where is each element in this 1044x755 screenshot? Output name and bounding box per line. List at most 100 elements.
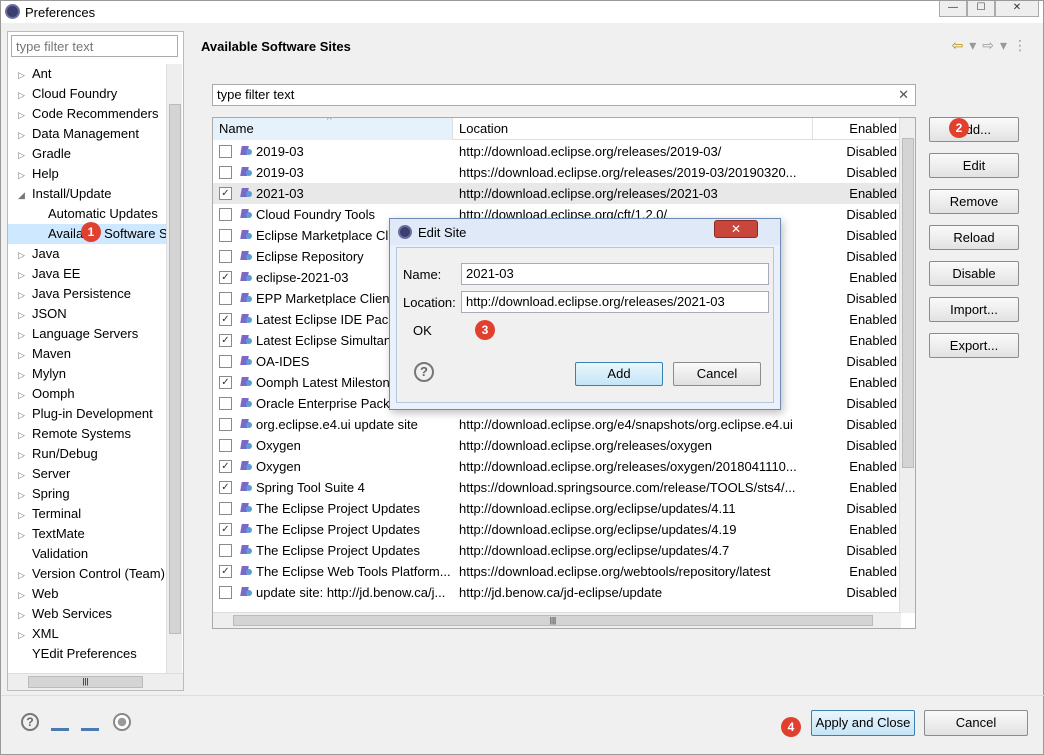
minimize-button[interactable]: — xyxy=(939,1,967,17)
tree-item[interactable]: Automatic Updates xyxy=(8,204,168,224)
table-row[interactable]: Oxygen http://download.eclipse.org/releas… xyxy=(213,435,901,456)
enable-checkbox[interactable]: ✓ xyxy=(219,271,232,284)
cancel-button[interactable]: Cancel xyxy=(924,710,1028,736)
expand-arrow-icon[interactable]: ▷ xyxy=(18,505,32,524)
column-header-name[interactable]: Name xyxy=(213,118,453,140)
tree-item[interactable]: YEdit Preferences xyxy=(8,644,168,664)
reload-button[interactable]: Reload xyxy=(929,225,1019,250)
disable-button[interactable]: Disable xyxy=(929,261,1019,286)
table-row[interactable]: The Eclipse Project Updates http://downlo… xyxy=(213,540,901,561)
expand-arrow-icon[interactable]: ▷ xyxy=(18,405,32,424)
table-row[interactable]: The Eclipse Project Updates http://downlo… xyxy=(213,498,901,519)
tree-item[interactable]: ▷ Java EE xyxy=(8,264,168,284)
table-vertical-scrollbar[interactable] xyxy=(899,118,915,613)
location-field[interactable]: http://download.eclipse.org/releases/202… xyxy=(461,291,769,313)
tree-item[interactable]: ▷ Web xyxy=(8,584,168,604)
name-field[interactable]: 2021-03 xyxy=(461,263,769,285)
tree-item[interactable]: ▷ Code Recommenders xyxy=(8,104,168,124)
enable-checkbox[interactable] xyxy=(219,418,232,431)
tree-item[interactable]: ▷ Help xyxy=(8,164,168,184)
enable-checkbox[interactable] xyxy=(219,166,232,179)
expand-arrow-icon[interactable]: ▷ xyxy=(18,365,32,384)
tree-item[interactable]: ▷ Server xyxy=(8,464,168,484)
expand-arrow-icon[interactable]: ▷ xyxy=(18,105,32,124)
tree-item[interactable]: ▷ Cloud Foundry xyxy=(8,84,168,104)
help-icon[interactable]: ? xyxy=(414,362,434,382)
help-icon[interactable]: ? xyxy=(21,713,39,731)
close-button[interactable]: ✕ xyxy=(995,1,1039,17)
import-button[interactable]: Import... xyxy=(929,297,1019,322)
record-icon[interactable] xyxy=(113,713,131,731)
scroll-thumb[interactable]: ||| xyxy=(233,615,873,626)
expand-arrow-icon[interactable]: ▷ xyxy=(18,125,32,144)
tree-horizontal-scrollbar[interactable]: ||| xyxy=(8,673,183,690)
expand-arrow-icon[interactable]: ▷ xyxy=(18,325,32,344)
enable-checkbox[interactable]: ✓ xyxy=(219,334,232,347)
apply-and-close-button[interactable]: Apply and Close xyxy=(811,710,915,736)
table-row[interactable]: update site: http://jd.benow.ca/j... http… xyxy=(213,582,901,603)
clear-filter-icon[interactable]: ✕ xyxy=(898,87,909,103)
expand-arrow-icon[interactable]: ▷ xyxy=(18,145,32,164)
enable-checkbox[interactable] xyxy=(219,355,232,368)
tree-vertical-scrollbar[interactable] xyxy=(166,64,182,674)
enable-checkbox[interactable] xyxy=(219,208,232,221)
enable-checkbox[interactable] xyxy=(219,250,232,263)
chevron-down-icon[interactable]: ▾ xyxy=(969,37,976,54)
expand-arrow-icon[interactable]: ▷ xyxy=(18,525,32,544)
tree-item[interactable]: ▷ Ant xyxy=(8,64,168,84)
tree-item[interactable]: ▷ Java Persistence xyxy=(8,284,168,304)
expand-arrow-icon[interactable]: ▷ xyxy=(18,625,32,644)
enable-checkbox[interactable]: ✓ xyxy=(219,481,232,494)
export-button[interactable]: Export... xyxy=(929,333,1019,358)
enable-checkbox[interactable]: ✓ xyxy=(219,313,232,326)
tree-item[interactable]: ▷ Data Management xyxy=(8,124,168,144)
expand-arrow-icon[interactable]: ▷ xyxy=(18,165,32,184)
enable-checkbox[interactable]: ✓ xyxy=(219,460,232,473)
enable-checkbox[interactable]: ✓ xyxy=(219,523,232,536)
enable-checkbox[interactable]: ✓ xyxy=(219,376,232,389)
enable-checkbox[interactable] xyxy=(219,145,232,158)
tree-item[interactable]: ▷ Gradle xyxy=(8,144,168,164)
table-row[interactable]: ✓ Spring Tool Suite 4 https://download.spr… xyxy=(213,477,901,498)
enable-checkbox[interactable] xyxy=(219,544,232,557)
scroll-thumb[interactable]: ||| xyxy=(28,676,143,688)
enable-checkbox[interactable] xyxy=(219,292,232,305)
column-header-enabled[interactable]: Enabled xyxy=(813,118,901,140)
forward-arrow-icon[interactable]: ⇨ xyxy=(982,37,994,54)
enable-checkbox[interactable]: ✓ xyxy=(219,565,232,578)
expand-arrow-icon[interactable]: ▷ xyxy=(18,385,32,404)
enable-checkbox[interactable] xyxy=(219,397,232,410)
enable-checkbox[interactable] xyxy=(219,439,232,452)
chevron-down-icon[interactable]: ▾ xyxy=(1000,37,1007,54)
tree-item[interactable]: ▷ Maven xyxy=(8,344,168,364)
table-row[interactable]: ✓ 2021-03 http://download.eclipse.org/rele… xyxy=(213,183,901,204)
expand-arrow-icon[interactable]: ▷ xyxy=(18,465,32,484)
table-row[interactable]: 2019-03 http://download.eclipse.org/relea… xyxy=(213,141,901,162)
tree-item[interactable]: ▷ Plug-in Development xyxy=(8,404,168,424)
enable-checkbox[interactable] xyxy=(219,586,232,599)
table-horizontal-scrollbar[interactable]: ||| xyxy=(213,612,901,628)
expand-arrow-icon[interactable]: ▷ xyxy=(18,485,32,504)
expand-arrow-icon[interactable]: ▷ xyxy=(18,565,32,584)
tree-item[interactable]: ▷ Mylyn xyxy=(8,364,168,384)
import-icon[interactable] xyxy=(51,713,69,731)
enable-checkbox[interactable] xyxy=(219,229,232,242)
expand-arrow-icon[interactable]: ▷ xyxy=(18,285,32,304)
tree-item[interactable]: ◢ Install/Update xyxy=(8,184,168,204)
expand-arrow-icon[interactable]: ▷ xyxy=(18,345,32,364)
expand-arrow-icon[interactable]: ▷ xyxy=(18,445,32,464)
tree-filter-input[interactable] xyxy=(11,35,178,57)
tree-item[interactable]: ▷ JSON xyxy=(8,304,168,324)
tree-item[interactable]: ▷ XML xyxy=(8,624,168,644)
tree-item[interactable]: ▷ Oomph xyxy=(8,384,168,404)
maximize-button[interactable]: ☐ xyxy=(967,1,995,17)
table-row[interactable]: ✓ The Eclipse Project Updates http://downl… xyxy=(213,519,901,540)
tree-item[interactable]: ▷ Spring xyxy=(8,484,168,504)
expand-arrow-icon[interactable]: ▷ xyxy=(18,605,32,624)
table-row[interactable]: ✓ Oxygen http://download.eclipse.org/relea… xyxy=(213,456,901,477)
expand-arrow-icon[interactable]: ◢ xyxy=(18,185,32,204)
tree-item[interactable]: ▷ Java xyxy=(8,244,168,264)
tree-item[interactable]: ▷ Language Servers xyxy=(8,324,168,344)
expand-arrow-icon[interactable]: ▷ xyxy=(18,305,32,324)
tree-item[interactable]: ▷ Web Services xyxy=(8,604,168,624)
